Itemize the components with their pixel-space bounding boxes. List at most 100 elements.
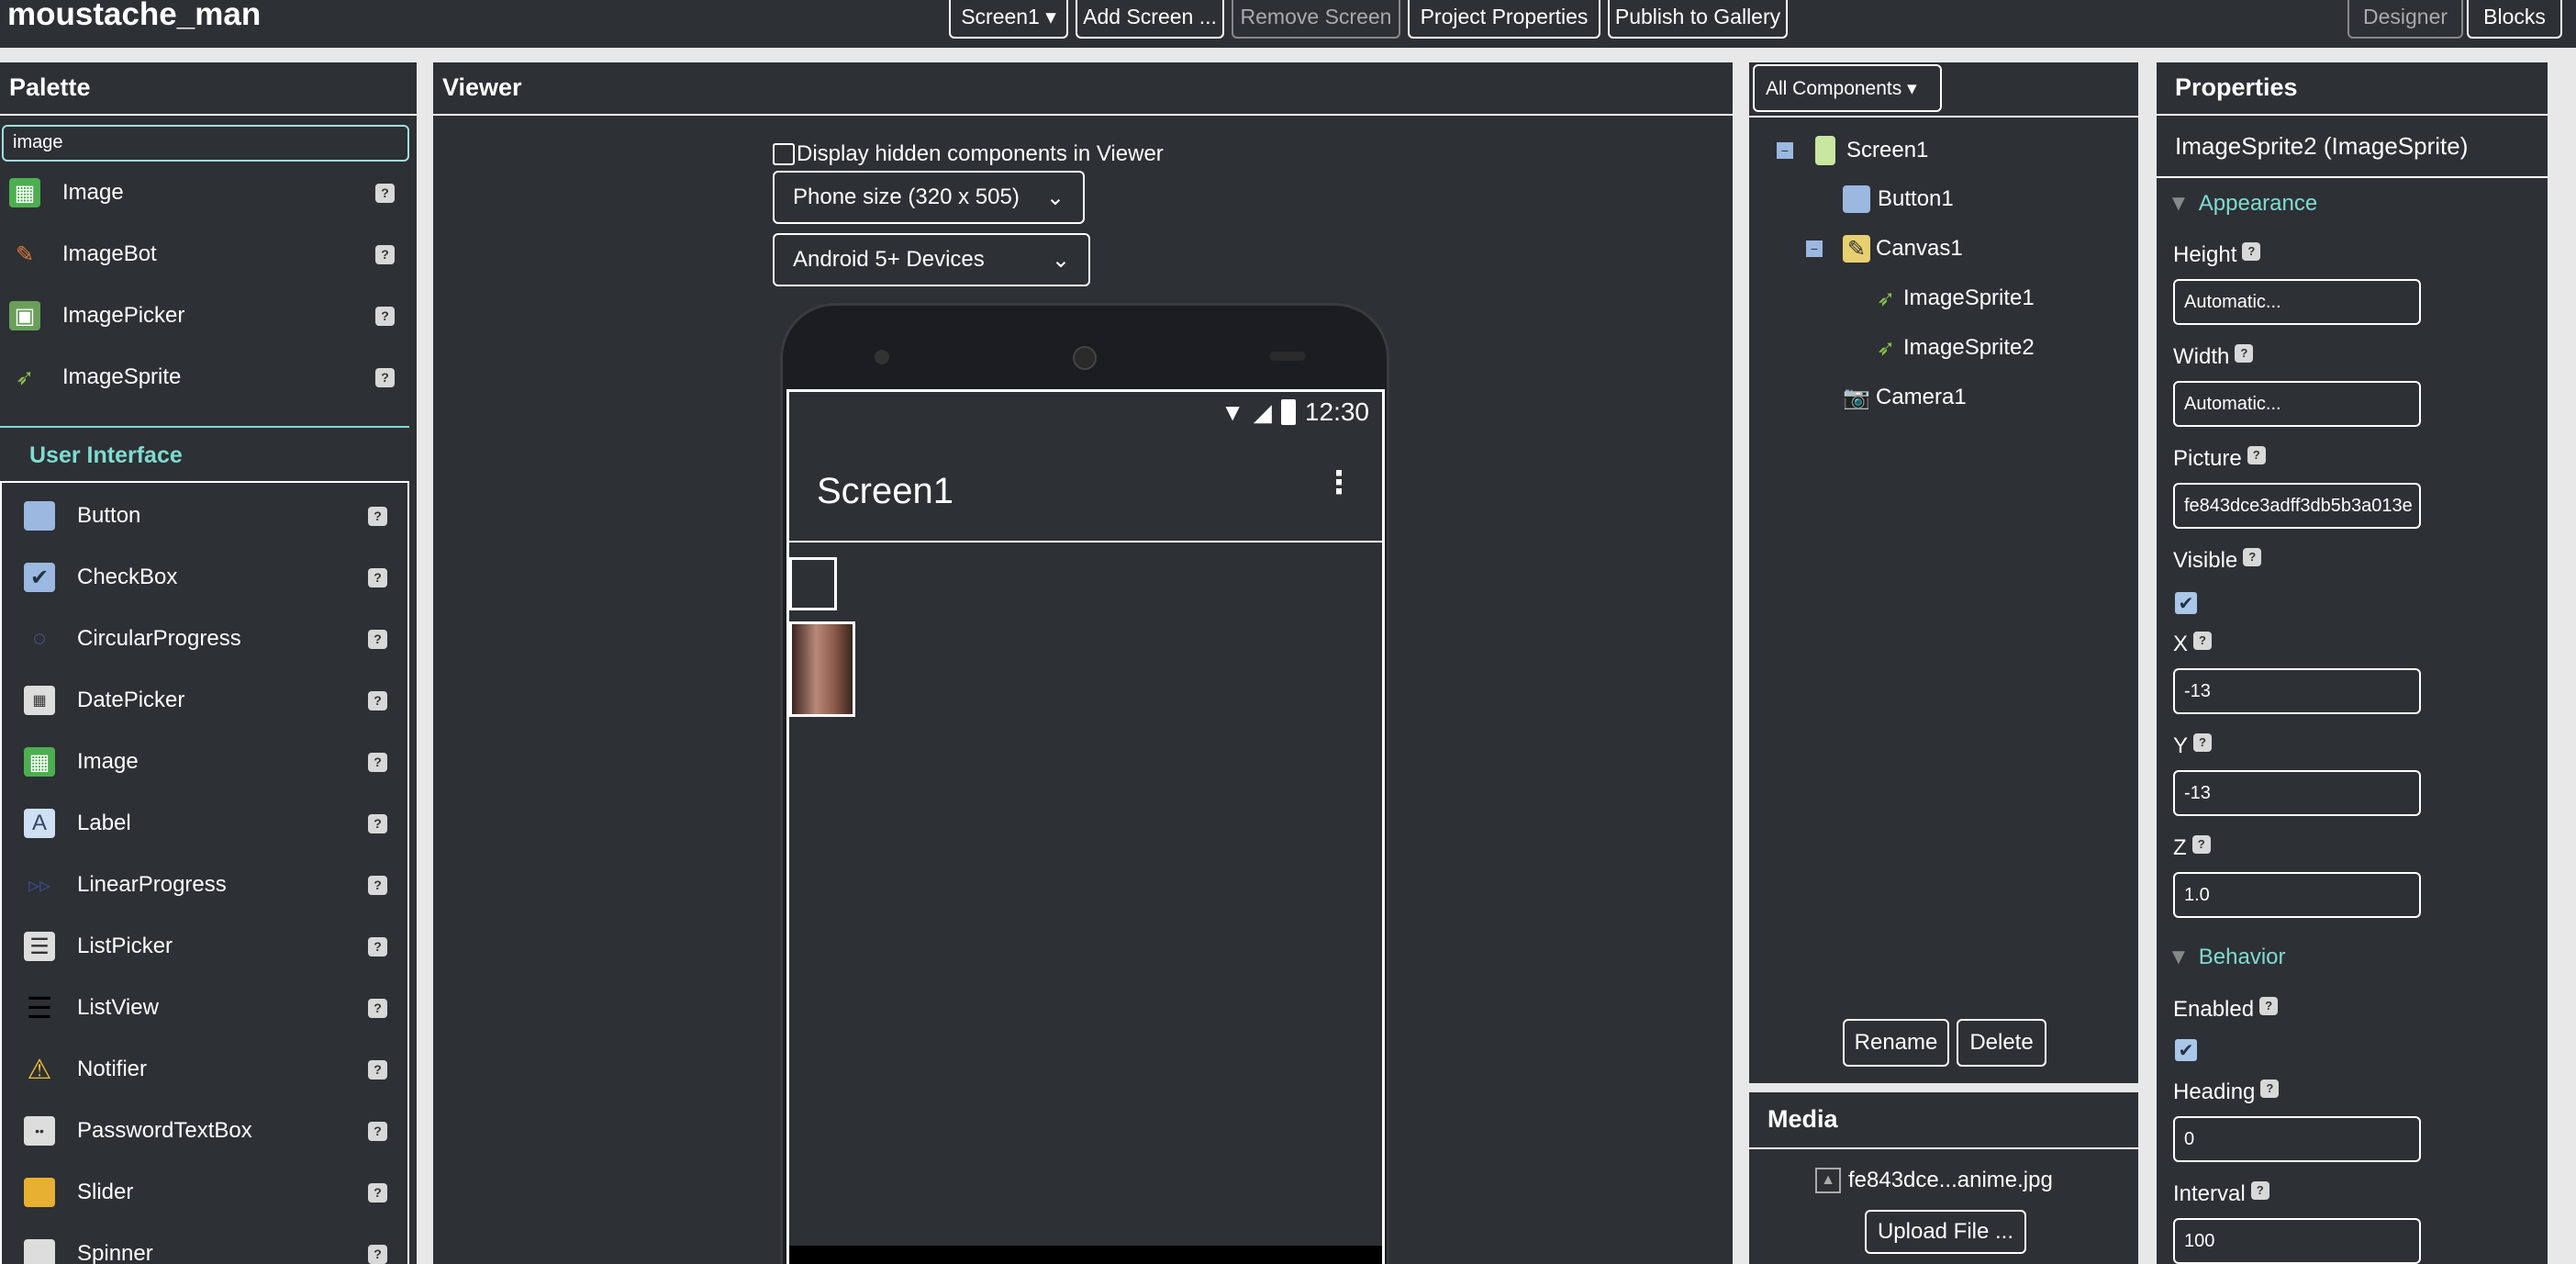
height-field[interactable]: Automatic...: [2173, 279, 2421, 325]
palette-item-image[interactable]: ▦ Image ?: [24, 747, 387, 777]
publish-gallery-button[interactable]: Publish to Gallery: [1608, 0, 1788, 39]
palette-item-listpicker[interactable]: ☰ ListPicker ?: [24, 932, 387, 961]
palette-item-label[interactable]: A Label ?: [24, 809, 387, 838]
imagesprite-icon: ➶: [1876, 335, 1896, 361]
help-icon[interactable]: ?: [368, 1121, 387, 1141]
screen-title-bar: Screen1: [817, 471, 953, 511]
palette-result-imagebot[interactable]: ✎ ImageBot ?: [9, 240, 395, 269]
upload-file-button[interactable]: Upload File ...: [1865, 1210, 2026, 1254]
palette-item-checkbox[interactable]: ✔ CheckBox ?: [24, 563, 387, 592]
help-icon: ?: [2247, 446, 2266, 464]
palette-item-button[interactable]: Button ?: [24, 501, 387, 531]
help-icon[interactable]: ?: [368, 1059, 387, 1079]
help-icon: ?: [2191, 835, 2211, 854]
help-icon[interactable]: ?: [368, 752, 387, 772]
category-user-interface[interactable]: User Interface: [29, 442, 183, 469]
tree-node-screen1[interactable]: − Screen1: [1777, 136, 1928, 165]
appearance-section[interactable]: ▼ Appearance: [2168, 191, 2317, 217]
help-icon[interactable]: ?: [368, 629, 387, 649]
display-hidden-checkbox[interactable]: [773, 143, 795, 165]
palette-item-linearprogress[interactable]: ▹▹ LinearProgress ?: [24, 870, 387, 900]
phone-screen: ▼ ◢ 12:30 Screen1 ⋮: [786, 389, 1385, 1264]
linear-progress-icon: ▹▹: [28, 872, 51, 898]
interval-label: Interval?: [2173, 1181, 2269, 1207]
phone-size-select[interactable]: Phone size (320 x 505) ⌄: [773, 171, 1085, 224]
help-icon[interactable]: ?: [375, 306, 395, 326]
help-icon[interactable]: ?: [375, 183, 395, 203]
help-icon: ?: [2243, 548, 2262, 566]
tree-node-canvas1[interactable]: − ✎ Canvas1: [1806, 235, 1963, 263]
designer-button[interactable]: Designer: [2347, 0, 2463, 39]
x-field[interactable]: -13: [2173, 668, 2421, 714]
help-icon: ?: [2260, 1079, 2280, 1098]
picture-field[interactable]: fe843dce3adff3db5b3a013e: [2173, 483, 2421, 529]
properties-panel: Properties ImageSprite2 (ImageSprite) ▼ …: [2157, 62, 2548, 1264]
palette-item-circularprogress[interactable]: ◌ CircularProgress ?: [24, 624, 387, 654]
help-icon[interactable]: ?: [375, 367, 395, 387]
remove-screen-button[interactable]: Remove Screen: [1232, 0, 1400, 39]
screen-select-button[interactable]: Screen1 ▾: [949, 0, 1068, 39]
palette-result-imagepicker[interactable]: ▣ ImagePicker ?: [9, 301, 395, 330]
all-components-select[interactable]: All Components ▾: [1753, 64, 1942, 112]
project-properties-button[interactable]: Project Properties: [1408, 0, 1600, 39]
add-screen-button[interactable]: Add Screen ...: [1076, 0, 1224, 39]
phone-sensor-icon: [875, 350, 889, 364]
image-icon: ▦: [24, 747, 55, 777]
datepicker-icon: ▦: [24, 686, 55, 715]
palette-result-imagesprite[interactable]: ➶ ImageSprite ?: [9, 363, 395, 392]
help-icon: ?: [2242, 242, 2261, 261]
overflow-menu-icon[interactable]: ⋮: [1323, 467, 1355, 498]
help-icon[interactable]: ?: [368, 1244, 387, 1264]
button1-preview[interactable]: [789, 557, 837, 610]
listview-icon: ☰: [26, 991, 53, 1024]
help-icon[interactable]: ?: [368, 567, 387, 587]
imagesprite-preview[interactable]: [789, 621, 855, 717]
palette-item-notifier[interactable]: ⚠ Notifier ?: [24, 1055, 387, 1085]
z-field[interactable]: 1.0: [2173, 872, 2421, 918]
help-icon: ?: [2193, 733, 2213, 752]
help-icon: ?: [2250, 1181, 2269, 1200]
display-hidden-row[interactable]: Display hidden components in Viewer: [773, 141, 1164, 167]
behavior-section[interactable]: ▼ Behavior: [2168, 945, 2286, 970]
canvas-icon: ✎: [1843, 235, 1870, 263]
delete-button[interactable]: Delete: [1957, 1019, 2046, 1067]
tree-node-imagesprite1[interactable]: ➶ ImageSprite1: [1872, 285, 2035, 312]
device-select[interactable]: Android 5+ Devices ⌄: [773, 233, 1090, 286]
tree-node-button1[interactable]: Button1: [1843, 185, 1954, 213]
collapse-toggle-icon[interactable]: −: [1806, 240, 1823, 257]
y-label: Y?: [2173, 733, 2213, 759]
help-icon: ?: [2235, 344, 2254, 363]
help-icon[interactable]: ?: [368, 1182, 387, 1202]
palette-item-slider[interactable]: Slider ?: [24, 1178, 387, 1207]
help-icon[interactable]: ?: [368, 936, 387, 956]
palette-result-image[interactable]: ▦ Image ?: [9, 178, 395, 207]
help-icon[interactable]: ?: [368, 506, 387, 526]
rename-button[interactable]: Rename: [1843, 1019, 1949, 1067]
battery-icon: [1280, 399, 1296, 425]
screen-icon: [1815, 136, 1835, 165]
help-icon[interactable]: ?: [368, 875, 387, 895]
blocks-button[interactable]: Blocks: [2467, 0, 2562, 39]
tree-node-camera1[interactable]: 📷 Camera1: [1843, 384, 1967, 411]
media-title: Media: [1749, 1092, 2138, 1149]
palette-title: Palette: [0, 62, 417, 116]
palette-item-datepicker[interactable]: ▦ DatePicker ?: [24, 686, 387, 715]
tree-node-imagesprite2[interactable]: ➶ ImageSprite2: [1872, 334, 2035, 362]
help-icon[interactable]: ?: [368, 690, 387, 710]
palette-item-passwordtextbox[interactable]: •• PasswordTextBox ?: [24, 1116, 387, 1146]
palette-item-listview[interactable]: ☰ ListView ?: [24, 991, 387, 1024]
y-field[interactable]: -13: [2173, 770, 2421, 816]
heading-field[interactable]: 0: [2173, 1116, 2421, 1162]
help-icon[interactable]: ?: [375, 244, 395, 264]
collapse-toggle-icon[interactable]: −: [1777, 142, 1793, 159]
components-panel: All Components ▾ − Screen1 Button1 − ✎ C…: [1749, 62, 2138, 1083]
width-field[interactable]: Automatic...: [2173, 381, 2421, 427]
palette-item-spinner[interactable]: Spinner ?: [24, 1239, 387, 1264]
help-icon[interactable]: ?: [368, 813, 387, 833]
palette-search-input[interactable]: image: [2, 125, 409, 162]
media-file-item[interactable]: ▲ fe843dce...anime.jpg: [1815, 1168, 2053, 1193]
interval-field[interactable]: 100: [2173, 1218, 2421, 1264]
help-icon[interactable]: ?: [368, 998, 387, 1018]
enabled-checkbox[interactable]: ✔: [2175, 1039, 2197, 1061]
visible-checkbox[interactable]: ✔: [2175, 592, 2197, 614]
